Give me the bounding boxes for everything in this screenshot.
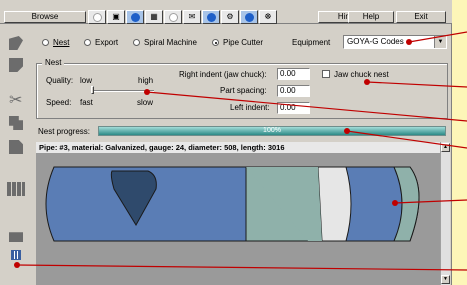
note-icon[interactable]: [9, 58, 23, 72]
pipe-canvas[interactable]: [36, 153, 440, 285]
nest-progress-label: Nest progress:: [38, 127, 91, 136]
quality-high: high: [138, 76, 154, 85]
copy-icon[interactable]: [9, 116, 23, 130]
right-indent-input[interactable]: 0.00: [277, 68, 310, 80]
gears-icon[interactable]: ⚙: [221, 10, 239, 24]
radio-spiral-label: Spiral Machine: [144, 38, 197, 47]
speed-label: Speed:: [46, 98, 72, 107]
nest-progress-bar: 100%: [98, 126, 446, 136]
circle-icon[interactable]: [164, 10, 182, 24]
radio-dot[interactable]: [84, 39, 91, 46]
pipe-body[interactable]: [45, 166, 420, 242]
part-spacing-input[interactable]: 0.00: [277, 85, 310, 97]
radio-spiral-machine[interactable]: Spiral Machine: [133, 38, 197, 47]
chevron-down-icon[interactable]: ▼: [434, 36, 446, 48]
left-indent-input[interactable]: 0.00: [277, 102, 310, 114]
toolbar-icon-strip: ▣ ▦ ✉ ⚙ ☸: [88, 10, 316, 24]
browse-button[interactable]: Browse: [4, 11, 86, 23]
equipment-value: GOYA-G Codes: [347, 37, 404, 46]
radio-pipe-cutter[interactable]: Pipe Cutter: [212, 38, 263, 47]
pipe-scrollbar[interactable]: ▲ ▼: [440, 142, 450, 285]
pipe-drawing: [45, 166, 420, 242]
speed-fast: fast: [80, 98, 93, 107]
app-window: Browse ▣ ▦ ✉ ⚙ ☸ Hints Help Exit ✂ Nest: [0, 0, 452, 285]
equipment-select[interactable]: GOYA-G Codes ▼: [343, 35, 447, 49]
radio-export[interactable]: Export: [84, 38, 118, 47]
quality-label: Quality:: [46, 76, 74, 85]
part-spacing-label: Part spacing:: [220, 86, 267, 95]
square-icon[interactable]: ▣: [107, 10, 125, 24]
ship-wheel-icon[interactable]: ☸: [259, 10, 277, 24]
nest-group-title: Nest: [42, 58, 65, 67]
pencil-icon[interactable]: [9, 36, 23, 50]
table-icon[interactable]: [7, 182, 25, 196]
quality-slider-thumb[interactable]: [91, 86, 94, 94]
top-toolbar: Browse ▣ ▦ ✉ ⚙ ☸ Hints Help Exit: [0, 0, 452, 24]
paste-icon[interactable]: [9, 140, 23, 154]
layers-icon[interactable]: [9, 232, 23, 242]
circle-icon[interactable]: [88, 10, 106, 24]
nest-progress-value: 100%: [263, 127, 281, 134]
scroll-up-icon[interactable]: ▲: [441, 143, 450, 152]
grid-icon[interactable]: [11, 250, 21, 260]
grid-icon[interactable]: ▦: [145, 10, 163, 24]
radio-nest[interactable]: Nest: [42, 38, 69, 47]
scroll-down-icon[interactable]: ▼: [441, 275, 450, 284]
help-button[interactable]: Help: [348, 11, 394, 23]
right-indent-label: Right indent (jaw chuck):: [179, 70, 267, 79]
radio-dot[interactable]: [133, 39, 140, 46]
radio-dot-selected[interactable]: [212, 39, 219, 46]
blue-circle-icon[interactable]: [126, 10, 144, 24]
radio-pipe-label: Pipe Cutter: [223, 38, 264, 47]
speed-slow: slow: [137, 98, 154, 107]
quality-low: low: [80, 76, 93, 85]
radio-nest-label: Nest: [53, 38, 70, 47]
pipe-cut: [317, 166, 352, 242]
jaw-chuck-label: Jaw chuck nest: [334, 70, 389, 79]
exit-button[interactable]: Exit: [396, 11, 446, 23]
left-indent-label: Left indent:: [230, 103, 270, 112]
quality-slider-track[interactable]: [92, 90, 154, 92]
blue-circle-icon[interactable]: [202, 10, 220, 24]
jaw-chuck-checkbox[interactable]: [322, 70, 330, 78]
left-tool-column: ✂: [0, 24, 30, 285]
radio-export-label: Export: [95, 38, 119, 47]
scissors-icon[interactable]: ✂: [9, 93, 23, 109]
pipe-info: Pipe: #3, material: Galvanized, gauge: 2…: [36, 142, 440, 153]
blue-circle-icon[interactable]: [240, 10, 258, 24]
folder-icon[interactable]: ✉: [183, 10, 201, 24]
radio-dot[interactable]: [42, 39, 49, 46]
equipment-label: Equipment: [292, 38, 331, 47]
